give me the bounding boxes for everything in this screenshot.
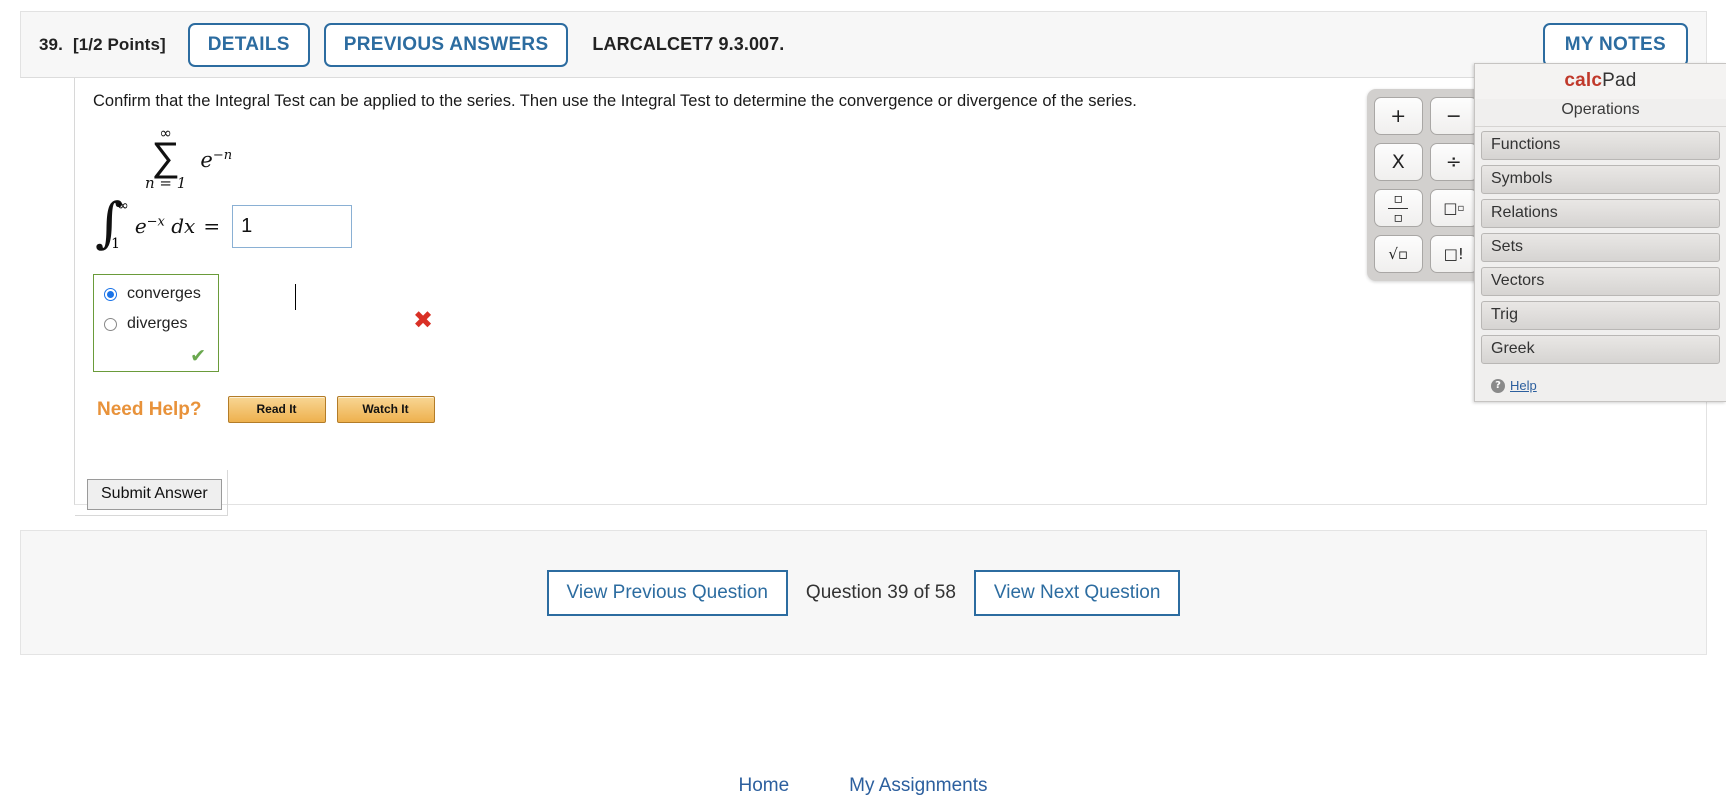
integrand: e−x dx	[135, 214, 196, 238]
calcpad-help-link[interactable]: Help	[1510, 378, 1537, 393]
integrand-exponent: −x	[146, 214, 165, 230]
my-notes-button[interactable]: MY NOTES	[1542, 22, 1688, 67]
integral-lower-limit: 1	[111, 236, 121, 252]
sigma-glyph: ∑	[151, 134, 180, 180]
problem-code: LARCALCET7 9.3.007.	[592, 34, 785, 54]
choice-grade-row: ✔	[104, 345, 208, 367]
question-prompt: Confirm that the Integral Test can be ap…	[93, 92, 1137, 110]
details-button[interactable]: DETAILS	[187, 22, 310, 67]
calcpad-category-vectors[interactable]: Vectors	[1481, 267, 1720, 296]
calcpad-brand-first: calc	[1564, 70, 1603, 91]
integrand-base: e	[134, 214, 147, 238]
view-next-question-button[interactable]: View Next Question	[973, 569, 1181, 616]
incorrect-mark-icon: ✖	[413, 306, 434, 334]
radio-diverges-icon[interactable]	[104, 317, 117, 331]
key-plus-icon[interactable]: +	[1374, 97, 1423, 135]
submit-answer-container: Submit Answer	[75, 470, 228, 516]
calcpad-help-row[interactable]: ? Help	[1475, 375, 1726, 401]
question-header: 39. [1/2 Points] DETAILS PREVIOUS ANSWER…	[20, 11, 1707, 78]
key-factorial-icon[interactable]: □!	[1429, 235, 1478, 273]
previous-answers-button[interactable]: PREVIOUS ANSWERS	[323, 22, 569, 67]
key-divide-icon[interactable]: ÷	[1429, 143, 1478, 181]
calcpad-category-functions[interactable]: Functions	[1481, 131, 1720, 160]
correct-check-icon: ✔	[190, 345, 206, 367]
view-previous-question-button[interactable]: View Previous Question	[546, 569, 788, 616]
page-root: 39. [1/2 Points] DETAILS PREVIOUS ANSWER…	[0, 0, 1726, 804]
watch-it-button[interactable]: Watch It	[336, 396, 435, 423]
choice-diverges[interactable]: diverges	[104, 315, 208, 333]
question-navigation-panel: View Previous Question Question 39 of 58…	[20, 530, 1707, 655]
question-number: 39.	[39, 34, 63, 54]
read-it-button[interactable]: Read It	[227, 396, 326, 423]
calcpad-category-sets[interactable]: Sets	[1481, 233, 1720, 262]
integral-answer-input[interactable]	[232, 204, 353, 248]
calcpad-category-relations[interactable]: Relations	[1481, 199, 1720, 228]
choice-label: converges	[127, 285, 201, 302]
series-term-exponent: −n	[212, 147, 233, 163]
integral-upper-limit: ∞	[117, 198, 129, 214]
integral-expression-row: ∫ ∞ 1 e−x dx =	[95, 196, 353, 254]
key-square-root-icon[interactable]: √▫	[1374, 235, 1423, 273]
key-fraction-icon[interactable]: ▫ ▫	[1374, 189, 1423, 227]
calcpad-category-symbols[interactable]: Symbols	[1481, 165, 1720, 194]
series-term: e−n	[200, 148, 232, 172]
integral-limits: ∞ 1	[111, 198, 129, 252]
calcpad-brand-second: Pad	[1602, 70, 1637, 91]
convergence-choice-group: converges diverges ✔	[93, 274, 219, 372]
submit-answer-button[interactable]: Submit Answer	[87, 479, 222, 510]
series-term-base: e	[200, 147, 213, 172]
equals-sign: =	[203, 214, 221, 238]
integral-symbol: ∫ ∞ 1	[95, 196, 129, 254]
footer: Home My Assignments	[0, 775, 1726, 797]
calcpad-operator-keypad: + − X ÷ ▫ ▫ □ ▫ √▫ □!	[1367, 89, 1485, 281]
question-counter: Question 39 of 58	[805, 581, 956, 603]
points-badge: [1/2 Points]	[72, 34, 166, 54]
calcpad-brand: calcPad	[1475, 64, 1726, 99]
text-caret	[295, 284, 296, 310]
key-minus-icon[interactable]: −	[1429, 97, 1478, 135]
summation-lower-limit: n = 1	[145, 174, 187, 192]
summation-symbol: ∞ ∑ n = 1	[145, 126, 186, 191]
footer-link-my-assignments[interactable]: My Assignments	[849, 775, 987, 797]
calcpad-category-trig[interactable]: Trig	[1481, 301, 1720, 330]
series-expression: ∞ ∑ n = 1 e−n	[145, 126, 232, 191]
footer-link-home[interactable]: Home	[738, 775, 789, 797]
differential: dx	[171, 214, 196, 238]
calcpad-category-list: Functions Symbols Relations Sets Vectors…	[1475, 127, 1726, 375]
choice-label: diverges	[127, 315, 188, 332]
calcpad-subtitle: Operations	[1475, 99, 1726, 127]
need-help-row: Need Help? Read It Watch It	[97, 396, 446, 423]
key-multiply-icon[interactable]: X	[1374, 143, 1423, 181]
radio-converges-icon[interactable]	[104, 287, 117, 301]
question-mark-icon: ?	[1491, 378, 1505, 393]
choice-converges[interactable]: converges	[104, 285, 208, 303]
need-help-label: Need Help?	[97, 398, 202, 420]
calcpad-panel: calcPad Operations Functions Symbols Rel…	[1474, 63, 1726, 402]
key-exponent-icon[interactable]: □ ▫	[1429, 189, 1478, 227]
calcpad-category-greek[interactable]: Greek	[1481, 335, 1720, 364]
